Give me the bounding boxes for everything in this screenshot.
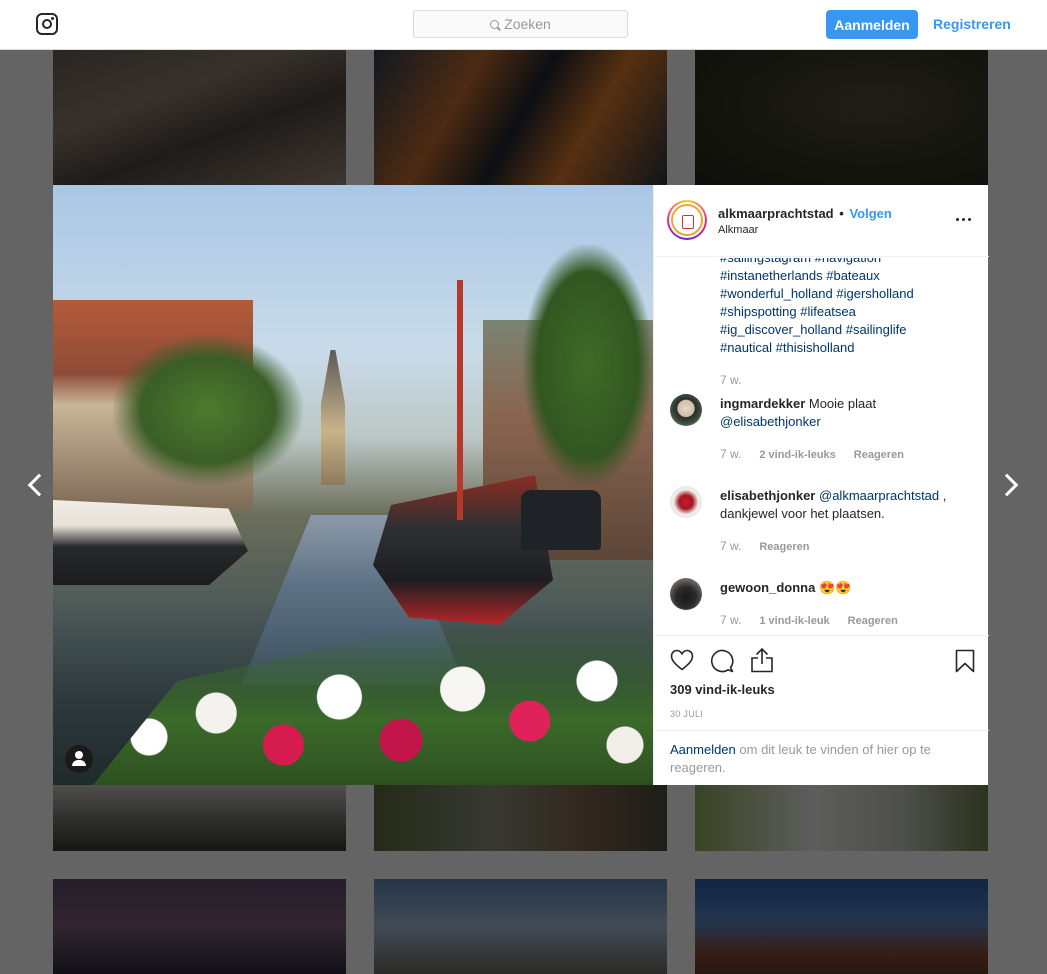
- photo-trees-left: [113, 335, 303, 485]
- caption-hashtags: #sailingstagram #navigation #instanether…: [720, 258, 975, 389]
- post-photo[interactable]: [53, 185, 653, 785]
- avatar[interactable]: [670, 394, 702, 426]
- hashtag-line[interactable]: #shipspotting #lifeatsea: [720, 303, 975, 321]
- post-modal: alkmaarprachtstad • Volgen Alkmaar #sail…: [53, 185, 989, 785]
- avatar[interactable]: [667, 200, 707, 240]
- login-prompt: Aanmelden om dit leuk te vinden of hier …: [654, 730, 989, 785]
- avatar[interactable]: [670, 486, 702, 518]
- login-link[interactable]: Aanmelden: [670, 742, 736, 757]
- comment-username[interactable]: ingmardekker: [720, 396, 805, 411]
- comment-meta: 7 w. 1 vind-ik-leuk Reageren: [720, 613, 898, 627]
- post-date: 30 JULI: [670, 709, 704, 719]
- search-input[interactable]: Zoeken: [413, 10, 628, 38]
- comment-meta: 7 w. Reageren: [720, 539, 810, 553]
- avatar[interactable]: [670, 578, 702, 610]
- comment-body: 😍😍: [815, 580, 852, 595]
- more-icon[interactable]: [956, 218, 972, 222]
- user-tag-icon[interactable]: [65, 745, 93, 773]
- top-navigation: Zoeken Aanmelden Registreren: [0, 0, 1047, 50]
- mention-link[interactable]: @elisabethjonker: [720, 414, 821, 429]
- comment-icon[interactable]: [710, 649, 734, 673]
- comment-time: 7 w.: [720, 539, 742, 553]
- comment-time: 7 w.: [720, 613, 742, 627]
- previous-post-arrow-icon[interactable]: [24, 472, 44, 498]
- comment-username[interactable]: elisabethjonker: [720, 488, 815, 503]
- comment-time: 7 w.: [720, 447, 742, 461]
- comment-likes[interactable]: 1 vind-ik-leuk: [759, 615, 829, 627]
- location-link[interactable]: Alkmaar: [718, 224, 758, 236]
- mention-link[interactable]: @alkmaarprachtstad: [819, 488, 939, 503]
- post-actions: 309 vind-ik-leuks 30 JULI: [654, 635, 989, 730]
- comment-body: Mooie plaat: [805, 396, 877, 411]
- photo-boat-mast: [457, 280, 463, 520]
- instagram-icon[interactable]: [36, 13, 58, 35]
- separator-dot: •: [839, 206, 844, 221]
- share-icon[interactable]: [750, 647, 774, 673]
- photo-car: [521, 490, 601, 550]
- next-post-arrow-icon[interactable]: [999, 472, 1019, 498]
- register-link[interactable]: Registreren: [933, 16, 1011, 32]
- heart-icon[interactable]: [670, 649, 694, 671]
- reply-button[interactable]: Reageren: [759, 541, 809, 553]
- comment-text: gewoon_donna 😍😍: [720, 579, 975, 597]
- photo-flowers: [93, 625, 653, 785]
- post-header: alkmaarprachtstad • Volgen Alkmaar: [654, 185, 989, 257]
- hashtag-line[interactable]: #instanetherlands #bateaux: [720, 267, 975, 285]
- comment-meta: 7 w. 2 vind-ik-leuks Reageren: [720, 447, 904, 461]
- hashtag-line[interactable]: #wonderful_holland #igersholland: [720, 285, 975, 303]
- hashtag-line[interactable]: #nautical #thisisholland: [720, 339, 975, 357]
- login-button[interactable]: Aanmelden: [826, 10, 918, 39]
- hashtag-line[interactable]: #ig_discover_holland #sailinglife: [720, 321, 975, 339]
- post-details-panel: alkmaarprachtstad • Volgen Alkmaar #sail…: [653, 185, 989, 785]
- search-icon: [490, 19, 500, 29]
- username-link[interactable]: alkmaarprachtstad: [718, 206, 834, 221]
- comment-username[interactable]: gewoon_donna: [720, 580, 815, 595]
- post-author: alkmaarprachtstad • Volgen: [718, 206, 892, 221]
- likes-count[interactable]: 309 vind-ik-leuks: [670, 682, 775, 697]
- photo-boat-left: [53, 500, 248, 585]
- caption-time: 7 w.: [720, 373, 742, 387]
- hashtag-line[interactable]: #sailingstagram #navigation: [720, 258, 975, 267]
- bookmark-icon[interactable]: [955, 649, 975, 673]
- search-placeholder: Zoeken: [504, 16, 551, 32]
- reply-button[interactable]: Reageren: [848, 615, 898, 627]
- photo-trees-right: [523, 245, 653, 485]
- follow-button[interactable]: Volgen: [849, 206, 891, 221]
- comments-list[interactable]: #sailingstagram #navigation #instanether…: [654, 258, 989, 634]
- comment-text: elisabethjonker @alkmaarprachtstad , dan…: [720, 487, 975, 523]
- comment-likes[interactable]: 2 vind-ik-leuks: [759, 449, 835, 461]
- reply-button[interactable]: Reageren: [854, 449, 904, 461]
- photo-church-tower: [321, 350, 345, 485]
- comment-text: ingmardekker Mooie plaat @elisabethjonke…: [720, 395, 975, 431]
